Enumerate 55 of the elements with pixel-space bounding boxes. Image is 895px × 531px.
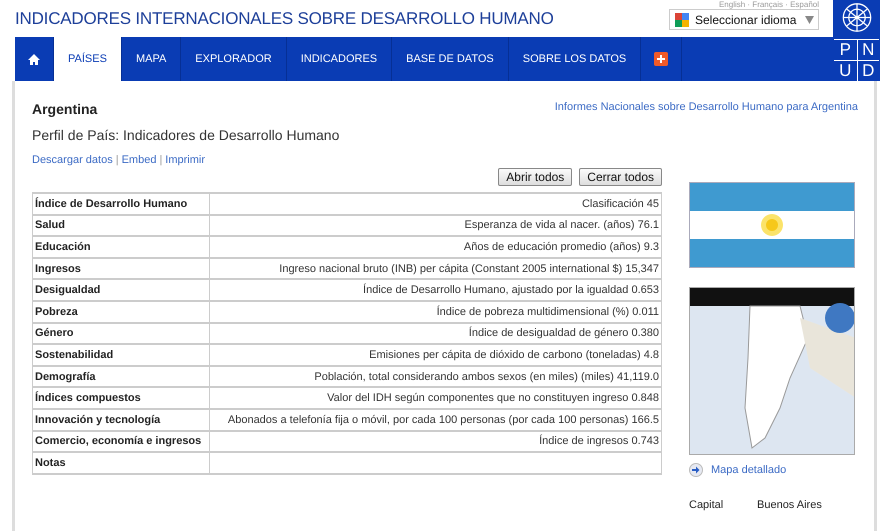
nav-tab[interactable]: PAÍSES: [54, 37, 122, 81]
toggle-all-button[interactable]: Abrir todos: [498, 168, 572, 186]
category-cell[interactable]: Índice de Desarrollo Humano: [32, 193, 210, 215]
indicator-cell: Ingreso nacional bruto (INB) per cápita (Constant 2005 international $) 15,347: [210, 258, 662, 280]
indicator-cell: Índice de desigualdad de género 0.380: [210, 322, 662, 344]
page-link[interactable]: Imprimir: [165, 154, 206, 166]
profile-subtitle: Perfil de País: Indicadores de Desarrollo Humano: [32, 127, 340, 143]
link-separator: |: [159, 154, 162, 166]
reports-link[interactable]: Informes Nacionales sobre Desarrollo Humano para Argentina: [554, 101, 858, 117]
nav-tab[interactable]: INDICADORES: [286, 37, 392, 81]
category-cell[interactable]: Innovación y tecnología: [32, 408, 210, 431]
translate-icon: [674, 12, 690, 28]
category-cell[interactable]: Género: [32, 322, 210, 344]
indicator-cell: Esperanza de vida al nacer. (años) 76.1: [210, 214, 662, 236]
category-cell[interactable]: Educación: [32, 236, 210, 258]
indicator-cell: Emisiones per cápita de dióxido de carbono (toneladas) 4.8: [210, 344, 662, 366]
indicator-cell: Clasificación 45: [210, 193, 662, 215]
indicator-cell: Índice de pobreza multidimensional (%) 0.011: [210, 300, 662, 323]
page-link[interactable]: Embed: [122, 154, 156, 166]
category-cell[interactable]: Desigualdad: [32, 279, 210, 301]
category-cell[interactable]: Comercio, economía e ingresos: [32, 430, 210, 452]
country-name: Argentina: [32, 101, 98, 117]
home-icon: [28, 54, 40, 64]
category-cell[interactable]: Notas: [32, 452, 210, 474]
category-cell[interactable]: Demografía: [32, 366, 210, 388]
language-select[interactable]: Seleccionar idioma: [669, 9, 819, 30]
indicator-cell: Índice de Desarrollo Humano, ajustado por la igualdad 0.653: [210, 279, 662, 301]
detailed-map-link[interactable]: Mapa detallado: [689, 463, 855, 477]
fact-value: Buenos Aires: [757, 499, 822, 511]
indicator-cell: Índice de ingresos 0.743: [210, 430, 662, 452]
fact-label: Capital: [689, 499, 724, 511]
logo-letter: P: [838, 40, 852, 60]
indicator-cell: Valor del IDH según componentes que no constituyen ingreso 0.848: [210, 387, 662, 409]
logo-letter: D: [856, 60, 879, 81]
logo-letter: U: [834, 60, 856, 81]
category-cell[interactable]: Salud: [32, 214, 210, 236]
category-cell[interactable]: Ingresos: [32, 258, 210, 280]
toggle-all-button[interactable]: Cerrar todos: [579, 168, 662, 186]
nav-tab[interactable]: BASE DE DATOS: [392, 37, 509, 81]
nav-tab[interactable]: MAPA: [122, 37, 182, 81]
link-separator: |: [116, 154, 119, 166]
arrow-right-icon: [689, 463, 703, 477]
dropdown-caret-icon: [805, 16, 814, 24]
category-cell[interactable]: Pobreza: [32, 300, 210, 323]
page-link[interactable]: Descargar datos: [32, 154, 113, 166]
nav-tab[interactable]: SOBRE LOS DATOS: [508, 37, 642, 81]
logo-letter: N: [856, 40, 879, 60]
plus-icon: [654, 52, 668, 66]
category-cell[interactable]: Índices compuestos: [32, 387, 210, 409]
indicator-cell: Población, total considerando ambos sexos (en miles) (miles) 41,119.0: [210, 366, 662, 388]
category-cell[interactable]: Sostenabilidad: [32, 344, 210, 366]
indicator-cell: Años de educación promedio (años) 9.3: [210, 236, 662, 258]
nav-tab[interactable]: EXPLORADOR: [181, 37, 287, 81]
indicator-cell: Abonados a telefonía fija o móvil, por cada 100 personas (por cada 100 personas) 166.5: [210, 408, 662, 431]
site-title: INDICADORES INTERNACIONALES SOBRE DESARROLLO HUMANO: [15, 9, 555, 29]
